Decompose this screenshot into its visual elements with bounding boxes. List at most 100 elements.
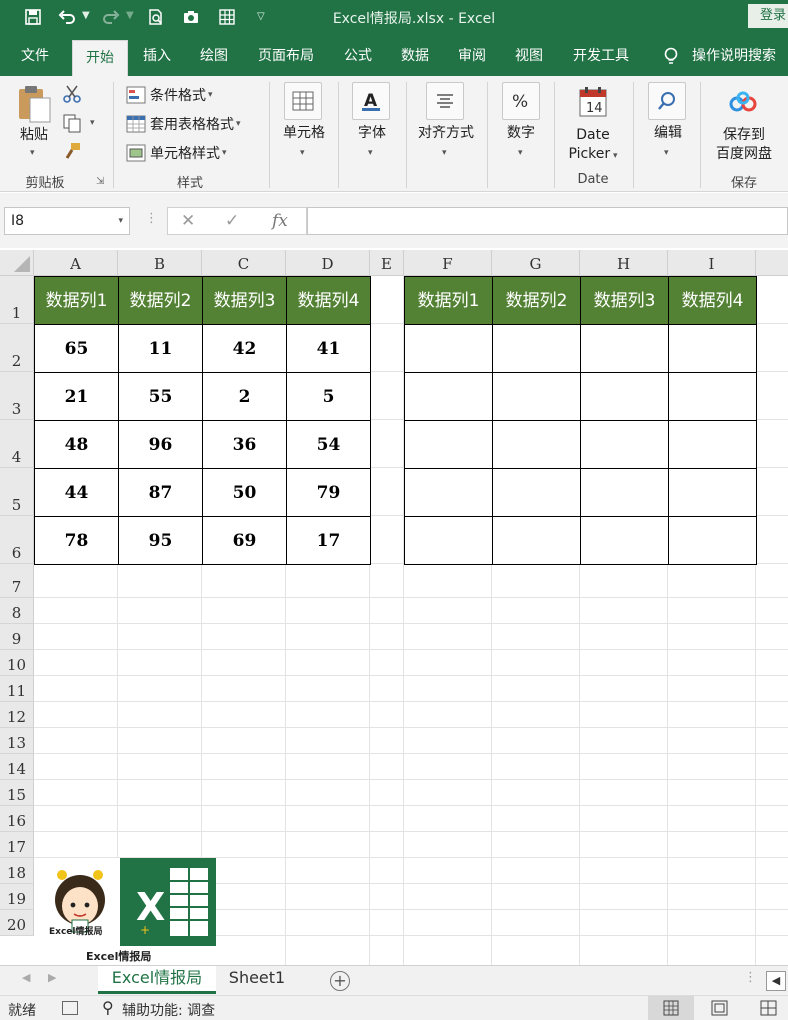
cells-button[interactable]: 单元格 bbox=[276, 124, 332, 143]
column-header-h[interactable]: H bbox=[580, 250, 668, 276]
left-table-data-cell[interactable]: 87 bbox=[118, 468, 203, 517]
left-table-data-cell[interactable]: 17 bbox=[286, 516, 371, 565]
row-header-9[interactable]: 9 bbox=[0, 624, 34, 650]
column-header-c[interactable]: C bbox=[202, 250, 286, 276]
row-header-10[interactable]: 10 bbox=[0, 650, 34, 676]
left-table-data-cell[interactable]: 96 bbox=[118, 420, 203, 469]
sheet-tab-excel[interactable]: Excel情报局 bbox=[98, 966, 216, 994]
left-table-data-cell[interactable]: 21 bbox=[34, 372, 119, 421]
row-header-12[interactable]: 12 bbox=[0, 702, 34, 728]
number-button[interactable]: 数字 bbox=[494, 124, 548, 143]
right-table-empty-cell[interactable] bbox=[668, 420, 757, 469]
row-header-5[interactable]: 5 bbox=[0, 468, 34, 516]
tab-developer[interactable]: 开发工具 bbox=[562, 36, 640, 76]
tab-file[interactable]: 文件 bbox=[8, 36, 62, 76]
format-painter-icon[interactable] bbox=[62, 142, 82, 162]
right-table-empty-cell[interactable] bbox=[492, 516, 581, 565]
left-table-data-cell[interactable]: 69 bbox=[202, 516, 287, 565]
tab-view[interactable]: 视图 bbox=[504, 36, 554, 76]
column-header-e[interactable]: E bbox=[370, 250, 404, 276]
enter-icon[interactable]: ✓ bbox=[225, 211, 239, 231]
right-table-empty-cell[interactable] bbox=[668, 324, 757, 373]
left-table-data-cell[interactable]: 78 bbox=[34, 516, 119, 565]
column-header-g[interactable]: G bbox=[492, 250, 580, 276]
tab-page-layout[interactable]: 页面布局 bbox=[248, 36, 324, 76]
cut-icon[interactable] bbox=[62, 84, 82, 104]
left-table-data-cell[interactable]: 54 bbox=[286, 420, 371, 469]
right-table-empty-cell[interactable] bbox=[580, 516, 669, 565]
column-header-b[interactable]: B bbox=[118, 250, 202, 276]
row-header-16[interactable]: 16 bbox=[0, 806, 34, 832]
left-table-header-cell[interactable]: 数据列2 bbox=[118, 276, 203, 325]
tab-review[interactable]: 审阅 bbox=[447, 36, 497, 76]
save-to-baidu-button[interactable]: 保存到 百度网盘 bbox=[706, 126, 782, 164]
row-header-7[interactable]: 7 bbox=[0, 564, 34, 598]
left-table-data-cell[interactable]: 50 bbox=[202, 468, 287, 517]
column-header-extra[interactable] bbox=[756, 250, 788, 276]
column-header-i[interactable]: I bbox=[668, 250, 756, 276]
font-dropdown-icon[interactable]: ▾ bbox=[368, 148, 373, 158]
column-header-f[interactable]: F bbox=[404, 250, 492, 276]
left-table-data-cell[interactable]: 2 bbox=[202, 372, 287, 421]
column-header-a[interactable]: A bbox=[34, 250, 118, 276]
paste-button[interactable]: 粘贴 bbox=[12, 126, 56, 145]
left-table-data-cell[interactable]: 79 bbox=[286, 468, 371, 517]
tab-insert[interactable]: 插入 bbox=[132, 36, 182, 76]
macro-record-icon[interactable] bbox=[62, 1001, 78, 1015]
font-icon[interactable]: A bbox=[352, 82, 390, 120]
left-table-data-cell[interactable]: 44 bbox=[34, 468, 119, 517]
left-table-data-cell[interactable]: 5 bbox=[286, 372, 371, 421]
right-table-empty-cell[interactable] bbox=[668, 468, 757, 517]
row-header-2[interactable]: 2 bbox=[0, 324, 34, 372]
date-picker-button[interactable]: Date Picker ▾ bbox=[560, 126, 626, 166]
tab-formulas[interactable]: 公式 bbox=[332, 36, 384, 76]
row-header-8[interactable]: 8 bbox=[0, 598, 34, 624]
scroll-right-icon[interactable]: ▶ bbox=[48, 971, 56, 984]
accessibility-status[interactable]: 辅助功能: 调查 bbox=[122, 1000, 215, 1020]
row-header-1[interactable]: 1 bbox=[0, 276, 34, 324]
right-table-empty-cell[interactable] bbox=[404, 372, 493, 421]
copy-dropdown-icon[interactable]: ▾ bbox=[90, 118, 95, 128]
column-header-d[interactable]: D bbox=[286, 250, 370, 276]
right-table-empty-cell[interactable] bbox=[580, 420, 669, 469]
baidu-cloud-icon[interactable] bbox=[728, 90, 760, 116]
tab-home[interactable]: 开始 bbox=[72, 40, 128, 76]
row-header-19[interactable]: 19 bbox=[0, 884, 34, 910]
tell-me-search[interactable]: 操作说明搜索 bbox=[692, 36, 788, 76]
percent-icon[interactable]: % bbox=[502, 82, 540, 120]
left-table-data-cell[interactable]: 42 bbox=[202, 324, 287, 373]
right-table-empty-cell[interactable] bbox=[580, 468, 669, 517]
insert-function-icon[interactable]: fx bbox=[272, 211, 288, 231]
left-table-header-cell[interactable]: 数据列4 bbox=[286, 276, 371, 325]
left-table-data-cell[interactable]: 41 bbox=[286, 324, 371, 373]
right-table-empty-cell[interactable] bbox=[492, 324, 581, 373]
tab-data[interactable]: 数据 bbox=[390, 36, 440, 76]
row-header-13[interactable]: 13 bbox=[0, 728, 34, 754]
sheet-tab-sheet1[interactable]: Sheet1 bbox=[220, 966, 294, 994]
select-all-corner[interactable] bbox=[0, 250, 34, 276]
dialog-launcher-icon[interactable]: ⇲ bbox=[96, 176, 104, 187]
right-table-empty-cell[interactable] bbox=[492, 420, 581, 469]
row-header-4[interactable]: 4 bbox=[0, 420, 34, 468]
formula-input[interactable] bbox=[307, 207, 788, 235]
left-table-data-cell[interactable]: 48 bbox=[34, 420, 119, 469]
alignment-button[interactable]: 对齐方式 bbox=[412, 124, 480, 143]
row-header-14[interactable]: 14 bbox=[0, 754, 34, 780]
right-table-empty-cell[interactable] bbox=[404, 420, 493, 469]
right-table-header-cell[interactable]: 数据列2 bbox=[492, 276, 581, 325]
right-table-empty-cell[interactable] bbox=[580, 372, 669, 421]
right-table-header-cell[interactable]: 数据列1 bbox=[404, 276, 493, 325]
right-table-empty-cell[interactable] bbox=[492, 468, 581, 517]
row-header-11[interactable]: 11 bbox=[0, 676, 34, 702]
row-header-17[interactable]: 17 bbox=[0, 832, 34, 858]
paste-dropdown-icon[interactable]: ▾ bbox=[30, 148, 35, 158]
left-table-header-cell[interactable]: 数据列3 bbox=[202, 276, 287, 325]
copy-icon[interactable] bbox=[62, 113, 82, 133]
calendar-icon[interactable]: 14 bbox=[578, 86, 608, 118]
row-header-18[interactable]: 18 bbox=[0, 858, 34, 884]
hscroll-left-icon[interactable]: ◀ bbox=[766, 971, 786, 991]
cancel-icon[interactable]: ✕ bbox=[181, 211, 195, 231]
normal-view-icon[interactable] bbox=[648, 996, 694, 1020]
row-header-3[interactable]: 3 bbox=[0, 372, 34, 420]
left-table-data-cell[interactable]: 65 bbox=[34, 324, 119, 373]
